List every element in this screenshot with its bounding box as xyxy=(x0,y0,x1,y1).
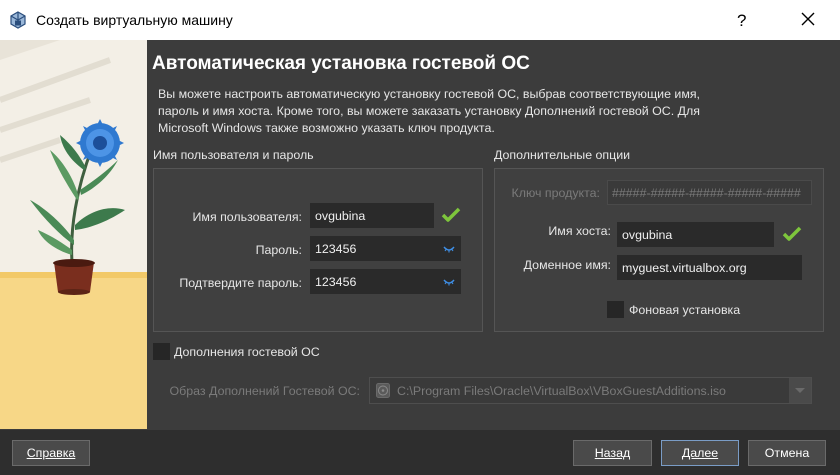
help-button-label: Справка xyxy=(26,446,76,460)
confirm-password-label: Подтвердите пароль: xyxy=(179,276,302,290)
chevron-down-icon[interactable] xyxy=(789,378,811,403)
back-button-label: Назад xyxy=(594,446,631,460)
description-line: Вы можете настроить автоматическую устан… xyxy=(158,87,700,101)
iso-label: Образ Дополнений Гостевой ОС: xyxy=(169,384,360,398)
page-description: Вы можете настроить автоматическую устан… xyxy=(158,86,798,137)
iso-path-value: C:\Program Files\Oracle\VirtualBox\VBoxG… xyxy=(397,384,726,398)
eye-icon[interactable] xyxy=(443,245,455,253)
product-key-label: Ключ продукта: xyxy=(511,186,600,200)
description-line: Microsoft Windows также возможно указать… xyxy=(158,121,495,135)
background-install-checkbox[interactable] xyxy=(607,301,624,318)
domain-label: Доменное имя: xyxy=(523,258,611,272)
iso-path-combobox[interactable]: C:\Program Files\Oracle\VirtualBox\VBoxG… xyxy=(369,377,812,404)
eye-icon[interactable] xyxy=(443,278,455,286)
next-button[interactable]: Далее xyxy=(661,440,739,466)
valid-check-icon xyxy=(441,207,461,222)
confirm-password-field[interactable]: 123456 xyxy=(310,269,461,294)
hostname-field[interactable]: ovgubina xyxy=(617,222,774,247)
disc-image-icon xyxy=(376,383,390,398)
page-title: Автоматическая установка гостевой ОС xyxy=(152,53,530,74)
password-field[interactable]: 123456 xyxy=(310,236,461,261)
wizard-illustration xyxy=(0,40,147,429)
password-value: 123456 xyxy=(315,242,357,256)
guest-additions-checkbox[interactable] xyxy=(153,343,170,360)
product-key-field[interactable]: #####-#####-#####-#####-##### xyxy=(607,180,812,205)
window-titlebar: Создать виртуальную машину ? xyxy=(0,0,840,40)
password-label: Пароль: xyxy=(255,243,302,257)
background-install-label[interactable]: Фоновая установка xyxy=(629,303,740,317)
help-button[interactable]: Справка xyxy=(12,440,90,466)
guest-additions-label[interactable]: Дополнения гостевой ОС xyxy=(174,345,320,359)
hostname-label: Имя хоста: xyxy=(548,224,611,238)
username-label: Имя пользователя: xyxy=(192,210,302,224)
username-field[interactable]: ovgubina xyxy=(310,203,434,228)
confirm-password-value: 123456 xyxy=(315,275,357,289)
extra-group-title: Дополнительные опции xyxy=(494,148,631,162)
virtualbox-icon xyxy=(10,11,26,29)
next-button-label: Далее xyxy=(681,446,719,460)
close-icon[interactable] xyxy=(797,8,819,30)
domain-field[interactable]: myguest.virtualbox.org xyxy=(617,255,802,280)
window-title: Создать виртуальную машину xyxy=(36,12,233,28)
cancel-button[interactable]: Отмена xyxy=(748,440,826,466)
back-button[interactable]: Назад xyxy=(573,440,652,466)
description-line: пароль и имя хоста. Кроме того, вы может… xyxy=(158,104,700,118)
help-icon[interactable]: ? xyxy=(737,11,746,31)
user-group-title: Имя пользователя и пароль xyxy=(153,148,314,162)
valid-check-icon xyxy=(782,226,802,241)
